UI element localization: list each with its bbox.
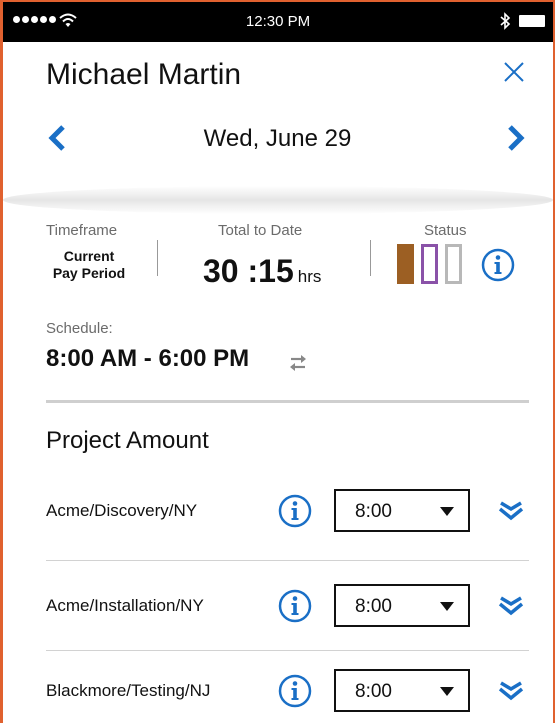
status-bar-empty: [445, 244, 462, 284]
project-info-icon[interactable]: [278, 589, 312, 623]
row-separator: [46, 560, 529, 561]
project-amount-select[interactable]: 8:00: [334, 669, 470, 712]
project-amount-select[interactable]: 8:00: [334, 489, 470, 532]
project-name: Acme/Discovery/NY: [46, 501, 198, 520]
bluetooth-icon: [500, 12, 511, 30]
expand-chevron-icon[interactable]: [497, 593, 525, 617]
project-amount-value: 8:00: [355, 681, 392, 702]
project-info-icon[interactable]: [278, 674, 312, 708]
total-to-date-value: 30 :15 hrs: [203, 253, 321, 290]
caret-down-icon: [440, 602, 454, 611]
row-separator: [46, 650, 529, 651]
project-row: Blackmore/Testing/NJ 8:00: [0, 661, 555, 721]
project-amount-value: 8:00: [355, 596, 392, 617]
section-divider: [46, 400, 529, 403]
caret-down-icon: [440, 687, 454, 696]
employee-name: Michael Martin: [46, 58, 242, 91]
project-amount-select[interactable]: 8:00: [334, 584, 470, 627]
stats-separator: [157, 240, 158, 276]
total-hours: 30 :15: [203, 253, 294, 289]
timeframe-label: Timeframe: [46, 222, 118, 239]
project-amount-value: 8:00: [355, 501, 392, 522]
swap-icon[interactable]: [285, 350, 311, 376]
project-row: Acme/Discovery/NY 8:00: [0, 481, 555, 541]
caret-down-icon: [440, 507, 454, 516]
timeframe-value-line2: Pay Period: [52, 265, 126, 281]
header-divider-shadow: [3, 186, 553, 214]
total-to-date-label: Total to Date: [218, 222, 303, 239]
battery-icon: [519, 15, 545, 27]
status-bar-pending: [421, 244, 438, 284]
timeframe-value[interactable]: Current Pay Period: [46, 248, 132, 282]
schedule-label: Schedule:: [46, 320, 113, 337]
expand-chevron-icon[interactable]: [497, 678, 525, 702]
status-bar: 12:30 PM: [3, 2, 553, 42]
chevron-right-icon[interactable]: [505, 124, 527, 152]
status-label: Status: [424, 222, 467, 239]
project-name: Acme/Installation/NY: [46, 596, 204, 615]
status-info-icon[interactable]: [481, 248, 515, 282]
project-info-icon[interactable]: [278, 494, 312, 528]
schedule-value: 8:00 AM - 6:00 PM: [46, 345, 250, 372]
project-name: Blackmore/Testing/NJ: [46, 681, 211, 700]
current-date: Wed, June 29: [203, 125, 352, 152]
project-row: Acme/Installation/NY 8:00: [0, 576, 555, 636]
total-unit: hrs: [297, 267, 322, 286]
project-amount-title: Project Amount: [46, 427, 209, 454]
close-icon[interactable]: [502, 60, 526, 84]
expand-chevron-icon[interactable]: [497, 498, 525, 522]
timeframe-value-line1: Current: [63, 248, 115, 264]
status-bar-submitted: [397, 244, 414, 284]
status-time: 12:30 PM: [245, 13, 311, 30]
stats-separator: [370, 240, 371, 276]
